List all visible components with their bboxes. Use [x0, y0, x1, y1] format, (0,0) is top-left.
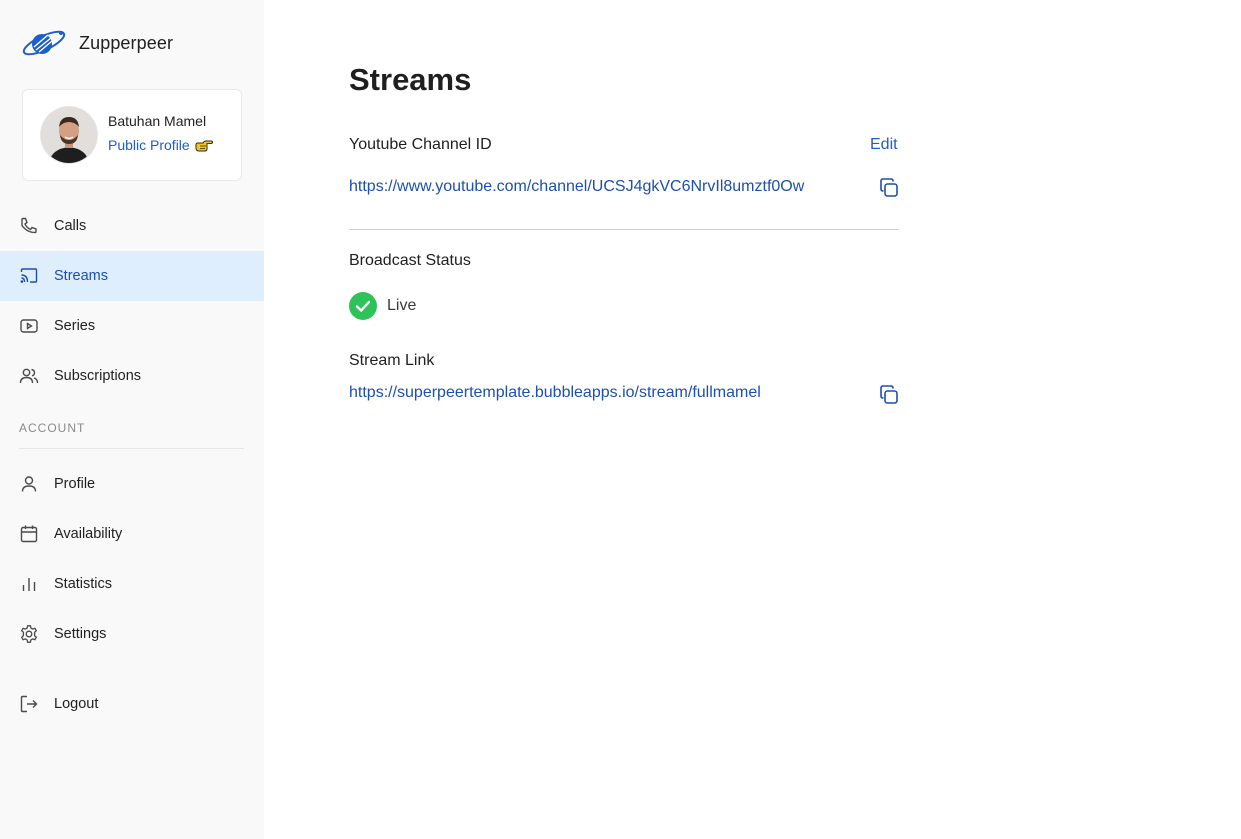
profile-card: Batuhan Mamel Public Profile — [22, 89, 242, 181]
sidebar: Zupperpeer Batuhan Mamel Public Profile — [0, 0, 264, 839]
planet-logo-icon — [22, 30, 66, 56]
nav-item-profile[interactable]: Profile — [0, 459, 264, 509]
broadcast-status: Live — [349, 292, 416, 320]
main-content: Streams Youtube Channel ID Edit https://… — [264, 0, 1241, 839]
pointing-hand-icon — [195, 140, 213, 152]
calendar-icon — [20, 525, 38, 543]
nav-item-calls[interactable]: Calls — [0, 201, 264, 251]
nav-item-settings[interactable]: Settings — [0, 609, 264, 659]
users-icon — [19, 368, 39, 384]
youtube-channel-label: Youtube Channel ID — [349, 136, 492, 153]
copy-icon[interactable] — [878, 177, 900, 199]
page-title: Streams — [349, 62, 472, 97]
copy-icon[interactable] — [878, 384, 900, 406]
public-profile-link[interactable]: Public Profile — [108, 137, 213, 153]
user-icon — [21, 476, 37, 492]
nav-label: Subscriptions — [54, 368, 142, 384]
nav-label: Settings — [54, 626, 107, 642]
nav-label: Availability — [54, 526, 123, 542]
status-text: Live — [387, 297, 417, 314]
nav-item-logout[interactable]: Logout — [0, 679, 264, 729]
brand[interactable]: Zupperpeer — [20, 27, 173, 59]
broadcast-status-label: Broadcast Status — [349, 252, 471, 269]
section-divider — [19, 448, 244, 449]
avatar[interactable] — [41, 107, 97, 163]
nav-label: Statistics — [54, 576, 113, 592]
nav-label: Logout — [54, 696, 99, 712]
gear-icon — [20, 625, 38, 643]
bar-chart-icon — [22, 578, 36, 591]
profile-name: Batuhan Mamel — [108, 113, 207, 129]
account-section-label: ACCOUNT — [19, 421, 86, 435]
cast-icon — [20, 268, 38, 283]
brand-name: Zupperpeer — [79, 32, 174, 53]
stream-link-url[interactable]: https://superpeertemplate.bubbleapps.io/… — [349, 384, 761, 402]
nav-item-subscriptions[interactable]: Subscriptions — [0, 351, 264, 401]
nav-label: Calls — [54, 218, 87, 234]
public-profile-label: Public Profile — [108, 137, 190, 153]
check-circle-icon — [349, 292, 377, 320]
play-icon — [20, 319, 38, 333]
youtube-channel-url[interactable]: https://www.youtube.com/channel/UCSJ4gkV… — [349, 178, 804, 196]
logout-icon — [20, 695, 38, 713]
nav-item-series[interactable]: Series — [0, 301, 264, 351]
nav-label: Profile — [54, 476, 96, 492]
section-divider — [349, 229, 899, 230]
stream-link-label: Stream Link — [349, 352, 435, 369]
edit-button[interactable]: Edit — [870, 136, 898, 154]
nav-label: Series — [54, 318, 96, 334]
nav-item-statistics[interactable]: Statistics — [0, 559, 264, 609]
phone-icon — [21, 217, 37, 234]
nav-item-availability[interactable]: Availability — [0, 509, 264, 559]
nav-item-streams[interactable]: Streams — [0, 251, 264, 301]
nav-label: Streams — [54, 268, 108, 284]
